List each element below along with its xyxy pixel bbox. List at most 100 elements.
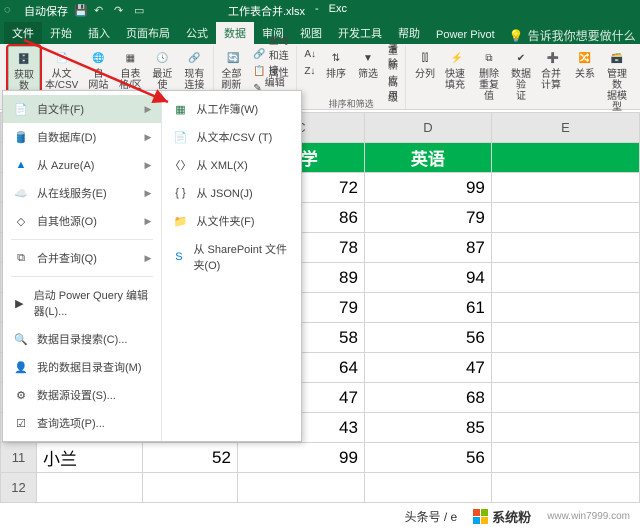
cell[interactable]: 52 — [142, 443, 237, 473]
chevron-right-icon: ▶ — [145, 132, 152, 143]
tell-me[interactable]: 💡 告诉我你想要做什么 — [509, 27, 636, 44]
cell[interactable] — [491, 173, 639, 203]
existing-icon: 🔗 — [182, 48, 206, 68]
tab-developer[interactable]: 开发工具 — [330, 22, 390, 44]
chevron-right-icon: ▶ — [145, 160, 152, 171]
cell[interactable] — [142, 473, 237, 503]
menu-from-database[interactable]: 🛢️ 自数据库(D) ▶ — [3, 123, 161, 151]
col-header-d[interactable]: D — [364, 113, 491, 143]
cell[interactable]: 47 — [364, 353, 491, 383]
submenu-from-workbook[interactable]: ▦ 从工作簿(W) — [162, 95, 301, 123]
tab-powerpivot[interactable]: Power Pivot — [428, 26, 503, 44]
submenu-from-sharepoint[interactable]: S 从 SharePoint 文件夹(O) — [162, 235, 301, 279]
submenu-from-folder[interactable]: 📁 从文件夹(F) — [162, 207, 301, 235]
data-model-button[interactable]: 🗃️ 管理数 据模型 — [602, 46, 632, 115]
chevron-right-icon: ▶ — [145, 253, 152, 264]
undo-icon[interactable]: ↶ — [94, 4, 108, 18]
advanced-button[interactable]: 高级 — [385, 80, 401, 97]
csv-icon: 📄 — [50, 48, 74, 68]
menu-my-catalog[interactable]: 👤 我的数据目录查询(M) — [3, 353, 161, 381]
menu-from-online[interactable]: ☁️ 从在线服务(E) ▶ — [3, 179, 161, 207]
cell[interactable]: 87 — [364, 233, 491, 263]
cell[interactable]: 61 — [364, 293, 491, 323]
cell[interactable]: 英语 — [364, 143, 491, 173]
tab-file[interactable]: 文件 — [4, 22, 42, 44]
queries-connections-button[interactable]: 🔗查询和连接 — [250, 46, 292, 63]
titlebar: ◌ 自动保存 💾 ↶ ↷ ▭ 工作表合并.xlsx - Exc — [0, 0, 640, 22]
datamodel-icon: 🗃️ — [605, 48, 629, 68]
tab-layout[interactable]: 页面布局 — [118, 22, 178, 44]
consolidate-icon: ➕ — [541, 48, 565, 68]
tab-formulas[interactable]: 公式 — [178, 22, 216, 44]
submenu-from-json[interactable]: { } 从 JSON(J) — [162, 179, 301, 207]
menu-query-options[interactable]: ☑ 查询选项(P)... — [3, 409, 161, 437]
cell[interactable] — [491, 383, 639, 413]
get-data-icon: 🗄️ — [12, 49, 36, 69]
cell[interactable]: 94 — [364, 263, 491, 293]
cell[interactable]: 79 — [364, 203, 491, 233]
flash-fill-button[interactable]: ⚡ 快速填充 — [442, 46, 472, 115]
menu-from-azure[interactable]: ▲ 从 Azure(A) ▶ — [3, 151, 161, 179]
cell[interactable]: 56 — [364, 323, 491, 353]
menu-from-other[interactable]: ◇ 自其他源(O) ▶ — [3, 207, 161, 235]
table-icon: ▦ — [118, 48, 142, 68]
cell[interactable] — [491, 203, 639, 233]
catalog-icon: 🔍 — [13, 331, 29, 347]
sort-desc-button[interactable]: Z↓ — [301, 63, 319, 80]
cell[interactable] — [491, 293, 639, 323]
menu-data-source-settings[interactable]: ⚙ 数据源设置(S)... — [3, 381, 161, 409]
menu-catalog-search[interactable]: 🔍 数据目录搜索(C)... — [3, 325, 161, 353]
redo-icon[interactable]: ↷ — [114, 4, 128, 18]
ribbon-tabs: 文件 开始 插入 页面布局 公式 数据 审阅 视图 开发工具 帮助 Power … — [0, 22, 640, 44]
col-header-e[interactable]: E — [491, 113, 639, 143]
cell[interactable] — [364, 473, 491, 503]
cell[interactable]: 85 — [364, 413, 491, 443]
window-filename: 工作表合并.xlsx — [228, 3, 305, 19]
relationships-button[interactable]: 🔀 关系 — [570, 46, 600, 115]
flash-icon: ⚡ — [445, 48, 469, 68]
cell[interactable] — [491, 263, 639, 293]
row-header[interactable]: 11 — [1, 443, 37, 473]
tab-data[interactable]: 数据 — [216, 22, 254, 44]
cell[interactable] — [491, 143, 639, 173]
menu-launch-pq[interactable]: ▶ 启动 Power Query 编辑器(L)... — [3, 281, 161, 325]
cell[interactable] — [491, 323, 639, 353]
csv-icon: 📄 — [172, 129, 188, 145]
save-icon[interactable]: 💾 — [74, 4, 88, 18]
cell[interactable] — [491, 443, 639, 473]
cell[interactable]: 56 — [364, 443, 491, 473]
cell[interactable] — [491, 413, 639, 443]
submenu-from-xml[interactable]: 〈〉 从 XML(X) — [162, 151, 301, 179]
filter-button[interactable]: ▼ 筛选 — [353, 46, 383, 97]
funnel-icon: ▼ — [356, 48, 380, 68]
tab-view[interactable]: 视图 — [292, 22, 330, 44]
sort-button[interactable]: ⇅ 排序 — [321, 46, 351, 97]
cell[interactable] — [36, 473, 142, 503]
tab-insert[interactable]: 插入 — [80, 22, 118, 44]
remove-duplicates-button[interactable]: ⧉ 删除 重复值 — [474, 46, 504, 115]
data-validation-button[interactable]: ✔ 数据验 证 — [506, 46, 536, 115]
cell[interactable]: 68 — [364, 383, 491, 413]
cell[interactable]: 小兰 — [36, 443, 142, 473]
consolidate-button[interactable]: ➕ 合并计算 — [538, 46, 568, 115]
cell[interactable]: 99 — [364, 173, 491, 203]
sort-az-icon: A↓ — [304, 49, 316, 60]
cell[interactable] — [491, 353, 639, 383]
text-to-columns-button[interactable]: ⫿⫿ 分列 — [410, 46, 440, 115]
submenu-from-text-csv[interactable]: 📄 从文本/CSV (T) — [162, 123, 301, 151]
watermark-footer: 头条号 / e 系统粉 www.win7999.com — [0, 504, 640, 529]
sort-asc-button[interactable]: A↓ — [301, 46, 319, 63]
cell[interactable]: 99 — [237, 443, 364, 473]
tab-home[interactable]: 开始 — [42, 22, 80, 44]
cell[interactable] — [491, 473, 639, 503]
menu-combine-queries[interactable]: ⧉ 合并查询(Q) ▶ — [3, 244, 161, 272]
sort-za-icon: Z↓ — [304, 66, 315, 77]
menu-from-file[interactable]: 📄 自文件(F) ▶ — [3, 95, 161, 123]
autosave-toggle[interactable]: ◌ — [4, 4, 18, 18]
cell[interactable] — [237, 473, 364, 503]
cell[interactable] — [491, 233, 639, 263]
touch-mode-icon[interactable]: ▭ — [134, 4, 148, 18]
row-header[interactable]: 12 — [1, 473, 37, 503]
file-icon: 📄 — [13, 101, 29, 117]
autosave-label: 自动保存 — [24, 3, 68, 19]
